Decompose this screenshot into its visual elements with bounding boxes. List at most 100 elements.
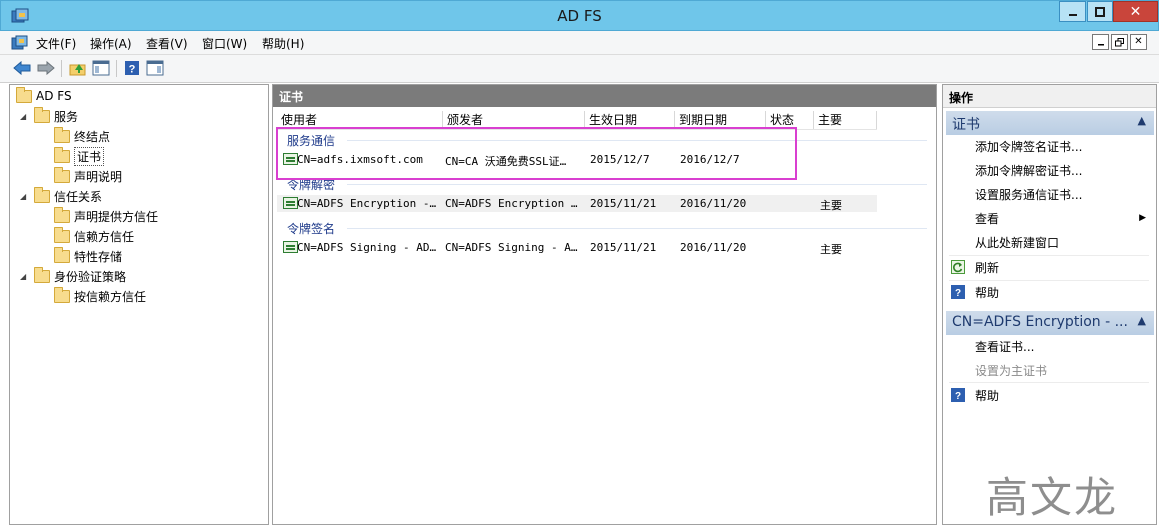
submenu-arrow-icon: ▶ [1139,213,1146,223]
collapse-arrow-icon[interactable]: ◢ [20,192,30,201]
actions-pane-title: 操作 [943,85,1156,108]
action-set-service-communications-certificate[interactable]: 设置服务通信证书... [975,186,1082,203]
cell-expiration-date: 2016/11/20 [680,197,747,210]
folder-icon [16,86,32,103]
refresh-icon [951,260,965,274]
tree-node-label: 特性存储 [74,249,123,264]
folder-icon [54,166,70,183]
collapse-caret-icon[interactable]: ▲ [1138,114,1146,127]
tree-node-endpoints[interactable]: 终结点 [54,126,110,146]
group-label-token-signing: 令牌签名 [287,222,336,236]
back-arrow-icon [13,61,31,75]
tree-node-relying-party-trusts[interactable]: 信赖方信任 [54,226,134,246]
mdi-restore-button[interactable] [1111,34,1128,50]
table-row[interactable]: CN=ADFS Signing - AD… CN=ADFS Signing - … [277,239,877,256]
tree-node-per-relying-party-trust[interactable]: 按信赖方信任 [54,286,146,306]
show-hide-tree-button[interactable] [91,58,111,78]
cell-primary: 主要 [820,199,842,212]
toolbar-separator [116,60,117,77]
minimize-icon [1068,13,1077,16]
tree-node-claims-provider-trusts[interactable]: 声明提供方信任 [54,206,158,226]
mdi-close-button[interactable]: ✕ [1130,34,1147,50]
menu-window[interactable]: 窗口(W) [202,35,247,52]
folder-icon [34,106,50,123]
tree-node-label: 终结点 [74,129,111,144]
actions-section-label: 证书 [952,117,980,133]
highlight-annotation-box [276,127,797,180]
close-button[interactable]: ✕ [1113,1,1158,22]
action-help[interactable]: 帮助 [975,284,999,301]
collapse-caret-icon[interactable]: ▲ [1138,314,1146,327]
table-row[interactable]: CN=ADFS Encryption -… CN=ADFS Encryption… [277,195,877,212]
tree-node-label: 按信赖方信任 [74,289,147,304]
actions-section-certificates[interactable]: 证书 ▲ [946,111,1154,135]
cell-expiration-date: 2016/11/20 [680,241,747,254]
tree-node-label: 服务 [54,109,79,124]
toolbar: ? [0,55,1159,83]
folder-icon [54,226,70,243]
action-view[interactable]: 查看 [975,210,999,227]
action-separator [949,280,1149,281]
up-one-level-button[interactable] [68,58,88,78]
maximize-icon [1095,6,1105,17]
menu-file[interactable]: 文件(F) [36,35,76,52]
tree-node-label: 信赖方信任 [74,229,135,244]
column-header-primary[interactable]: 主要 [814,111,877,129]
show-hide-action-pane-button[interactable] [145,58,165,78]
up-folder-icon [69,64,86,76]
window-title: AD FS [557,7,602,25]
minimize-button[interactable] [1059,1,1086,22]
certificate-icon [283,241,298,253]
tree-node-certificates[interactable]: 证书 [54,146,105,166]
menu-view[interactable]: 查看(V) [146,35,188,52]
menu-help[interactable]: 帮助(H) [262,35,304,52]
cell-effective-date: 2015/11/21 [590,197,657,210]
action-new-window-from-here[interactable]: 从此处新建窗口 [975,234,1059,251]
tree-node-trust-relationships[interactable]: ◢ 信任关系 [20,186,102,206]
action-set-as-primary: 设置为主证书 [975,364,1048,378]
action-view-certificate[interactable]: 查看证书... [975,338,1034,355]
tree-node-adfs-root[interactable]: AD FS [16,86,72,106]
cell-effective-date: 2015/11/21 [590,241,657,254]
certificate-icon [283,197,298,209]
cell-subject: CN=ADFS Signing - AD… [297,241,437,254]
tree-node-claim-descriptions[interactable]: 声明说明 [54,166,122,186]
collapse-arrow-icon[interactable]: ◢ [20,112,30,121]
cell-primary: 主要 [820,243,842,256]
folder-icon [54,146,70,163]
action-add-token-signing-certificate[interactable]: 添加令牌签名证书... [975,138,1082,155]
title-bar: AD FS ✕ [0,0,1159,31]
tree-node-authentication-policies[interactable]: ◢ 身份验证策略 [20,266,126,286]
action-refresh[interactable]: 刷新 [975,259,999,276]
maximize-button[interactable] [1087,1,1113,22]
tree-node-service[interactable]: ◢ 服务 [20,106,78,126]
actions-section-label: CN=ADFS Encryption - ... [952,314,1128,330]
help-button[interactable]: ? [122,58,142,78]
tree-node-label: 声明提供方信任 [74,209,159,224]
menu-bar: 文件(F) 操作(A) 查看(V) 窗口(W) 帮助(H) ✕ [0,31,1159,55]
toolbar-separator [61,60,62,77]
back-button[interactable] [12,58,32,78]
tree-node-attribute-stores[interactable]: 特性存储 [54,246,122,266]
actions-section-selected-certificate[interactable]: CN=ADFS Encryption - ... ▲ [946,311,1154,335]
tree-node-label: 证书 [74,146,105,166]
action-help-certificate[interactable]: 帮助 [975,387,999,404]
folder-icon [54,206,70,223]
forward-button[interactable] [36,58,56,78]
help-icon: ? [125,61,139,76]
mdi-minimize-button[interactable] [1092,34,1109,50]
folder-icon [54,126,70,143]
close-icon: ✕ [1129,3,1142,20]
show-hide-tree-icon [92,60,110,76]
action-add-token-decrypting-certificate[interactable]: 添加令牌解密证书... [975,162,1082,179]
menu-action[interactable]: 操作(A) [90,35,132,52]
console-tree: AD FS ◢ 服务 终结点 证书 声明说明 ◢ 信任关系 声明提供方信任 信赖… [9,84,269,525]
action-separator [949,382,1149,383]
cell-issuer: CN=ADFS Encryption … [445,197,578,210]
mdi-window-controls: ✕ [1092,34,1147,50]
actions-pane: 操作 证书 ▲ 添加令牌签名证书... 添加令牌解密证书... 设置服务通信证书… [942,84,1157,525]
action-separator [949,255,1149,256]
close-icon: ✕ [1134,36,1143,47]
svg-text:?: ? [955,391,961,402]
collapse-arrow-icon[interactable]: ◢ [20,272,30,281]
